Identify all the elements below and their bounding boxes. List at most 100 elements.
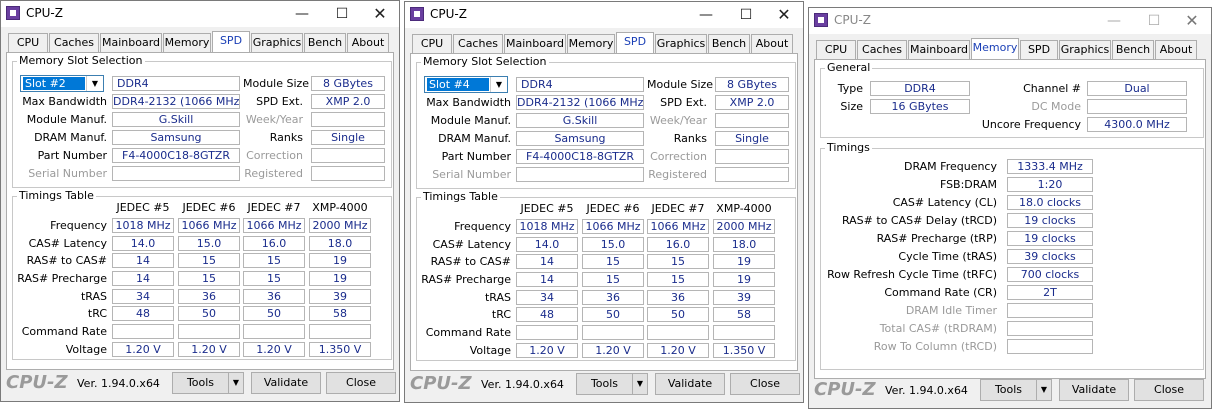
minimize-icon[interactable]: — xyxy=(289,4,315,24)
dram-manuf-value: Samsung xyxy=(112,130,240,145)
trcd-label: RAS# to CAS# Delay (tRCD) xyxy=(841,214,997,227)
frequency-label: Frequency xyxy=(454,220,511,233)
tools-button[interactable]: Tools xyxy=(980,379,1037,401)
tools-button[interactable]: Tools xyxy=(576,373,633,395)
tab-bench[interactable]: Bench xyxy=(1112,40,1154,59)
tab-graphics[interactable]: Graphics xyxy=(251,33,303,52)
total-cas-label: Total CAS# (tRDRAM) xyxy=(879,322,997,335)
timing-cell: 58 xyxy=(713,307,775,322)
tab-mainboard[interactable]: Mainboard xyxy=(504,34,566,53)
correction-label: Correction xyxy=(650,150,707,163)
close-icon[interactable]: ✕ xyxy=(367,4,393,24)
timing-cell: 15 xyxy=(243,271,305,286)
slot-dropdown[interactable]: Slot #4 ▼ xyxy=(424,76,508,93)
chevron-down-icon[interactable]: ▼ xyxy=(632,373,648,395)
tab-memory[interactable]: Memory xyxy=(567,34,615,53)
timing-cell: 19 xyxy=(713,254,775,269)
chevron-down-icon[interactable]: ▼ xyxy=(1036,379,1052,401)
spd-ext-value: XMP 2.0 xyxy=(715,95,789,110)
ras-to-cas-label: RAS# to CAS# xyxy=(26,254,107,267)
dram-manuf-value: Samsung xyxy=(516,131,644,146)
tab-about[interactable]: About xyxy=(347,33,389,52)
window-title: CPU-Z xyxy=(26,6,63,20)
timing-cell: 2000 MHz xyxy=(309,218,371,233)
group-title: Timings xyxy=(825,141,872,154)
tab-spd[interactable]: SPD xyxy=(1020,40,1058,59)
tab-caches[interactable]: Caches xyxy=(453,34,503,53)
timing-cell xyxy=(309,324,371,339)
tab-caches[interactable]: Caches xyxy=(857,40,907,59)
tras-label: tRAS xyxy=(484,291,511,304)
cpuz-brand-logo: CPU-Z xyxy=(6,372,68,393)
timing-cell: 1.20 V xyxy=(178,342,240,357)
slot-dropdown-value: Slot #4 xyxy=(427,78,489,91)
validate-button[interactable]: Validate xyxy=(1059,379,1129,401)
minimize-icon[interactable]: — xyxy=(1101,11,1127,31)
timings-group: Timings DRAM Frequency 1333.4 MHz FSB:DR… xyxy=(820,141,1204,370)
timing-cell: 15 xyxy=(647,254,709,269)
chevron-down-icon[interactable]: ▼ xyxy=(228,372,244,394)
tab-cpu[interactable]: CPU xyxy=(816,40,856,59)
max-bandwidth-label: Max Bandwidth xyxy=(426,96,511,109)
slot-dropdown-value: Slot #2 xyxy=(23,77,85,90)
tab-cpu[interactable]: CPU xyxy=(412,34,452,53)
close-icon[interactable]: ✕ xyxy=(1179,11,1205,31)
title-bar[interactable]: CPU-Z — ☐ ✕ xyxy=(809,8,1211,34)
timings-table-group: Timings Table JEDEC #5 JEDEC #6 JEDEC #7… xyxy=(416,190,796,361)
title-bar[interactable]: CPU-Z — ☐ ✕ xyxy=(1,1,399,27)
cpuz-window-spd-slot4: CPU-Z — ☐ ✕ CPU Caches Mainboard Memory … xyxy=(404,1,804,403)
close-button[interactable]: Close xyxy=(1134,379,1204,401)
tab-mainboard[interactable]: Mainboard xyxy=(100,33,162,52)
tab-about[interactable]: About xyxy=(751,34,793,53)
ranks-value: Single xyxy=(715,131,789,146)
timing-cell: 14 xyxy=(516,254,578,269)
tools-button[interactable]: Tools xyxy=(172,372,229,394)
command-rate-label: Command Rate (CR) xyxy=(884,286,997,299)
slot-dropdown[interactable]: Slot #2 ▼ xyxy=(20,75,104,92)
serial-number-label: Serial Number xyxy=(28,167,107,180)
tab-caches[interactable]: Caches xyxy=(49,33,99,52)
memory-type-value: DDR4 xyxy=(112,76,240,91)
part-number-label: Part Number xyxy=(37,149,107,162)
tab-memory[interactable]: Memory xyxy=(971,38,1019,60)
tab-bench[interactable]: Bench xyxy=(708,34,750,53)
fsb-dram-label: FSB:DRAM xyxy=(939,178,997,191)
group-title: Timings Table xyxy=(17,189,96,202)
tab-spd[interactable]: SPD xyxy=(616,32,654,54)
close-button[interactable]: Close xyxy=(730,373,800,395)
close-icon[interactable]: ✕ xyxy=(771,5,797,25)
spd-panel: Memory Slot Selection Slot #2 ▼ DDR4 Mod… xyxy=(6,52,394,370)
module-manuf-label: Module Manuf. xyxy=(26,113,107,126)
validate-button[interactable]: Validate xyxy=(655,373,725,395)
tab-cpu[interactable]: CPU xyxy=(8,33,48,52)
timing-cell: 19 xyxy=(309,253,371,268)
maximize-icon[interactable]: ☐ xyxy=(1141,11,1167,31)
title-bar[interactable]: CPU-Z — ☐ ✕ xyxy=(405,2,803,28)
validate-button[interactable]: Validate xyxy=(251,372,321,394)
tab-memory[interactable]: Memory xyxy=(163,33,211,52)
tab-about[interactable]: About xyxy=(1155,40,1197,59)
timing-cell: 16.0 xyxy=(647,237,709,252)
timing-cell: 15 xyxy=(178,271,240,286)
row-to-column-value xyxy=(1007,339,1093,354)
maximize-icon[interactable]: ☐ xyxy=(733,5,759,25)
tab-bench[interactable]: Bench xyxy=(304,33,346,52)
tab-graphics[interactable]: Graphics xyxy=(1059,40,1111,59)
close-button[interactable]: Close xyxy=(326,372,396,394)
minimize-icon[interactable]: — xyxy=(693,5,719,25)
channel-label: Channel # xyxy=(1023,82,1081,95)
timing-cell: 1.20 V xyxy=(516,343,578,358)
tab-graphics[interactable]: Graphics xyxy=(655,34,707,53)
column-header: JEDEC #7 xyxy=(247,201,301,214)
tab-mainboard[interactable]: Mainboard xyxy=(908,40,970,59)
tab-spd[interactable]: SPD xyxy=(212,31,250,53)
fsb-dram-value: 1:20 xyxy=(1007,177,1093,192)
dc-mode-label: DC Mode xyxy=(1031,100,1081,113)
maximize-icon[interactable]: ☐ xyxy=(329,4,355,24)
memory-size-value: 16 GBytes xyxy=(870,99,970,114)
timing-cell xyxy=(112,324,174,339)
spd-ext-label: SPD Ext. xyxy=(660,96,707,109)
timing-cell xyxy=(178,324,240,339)
timing-cell: 1018 MHz xyxy=(112,218,174,233)
timing-cell: 1.20 V xyxy=(647,343,709,358)
